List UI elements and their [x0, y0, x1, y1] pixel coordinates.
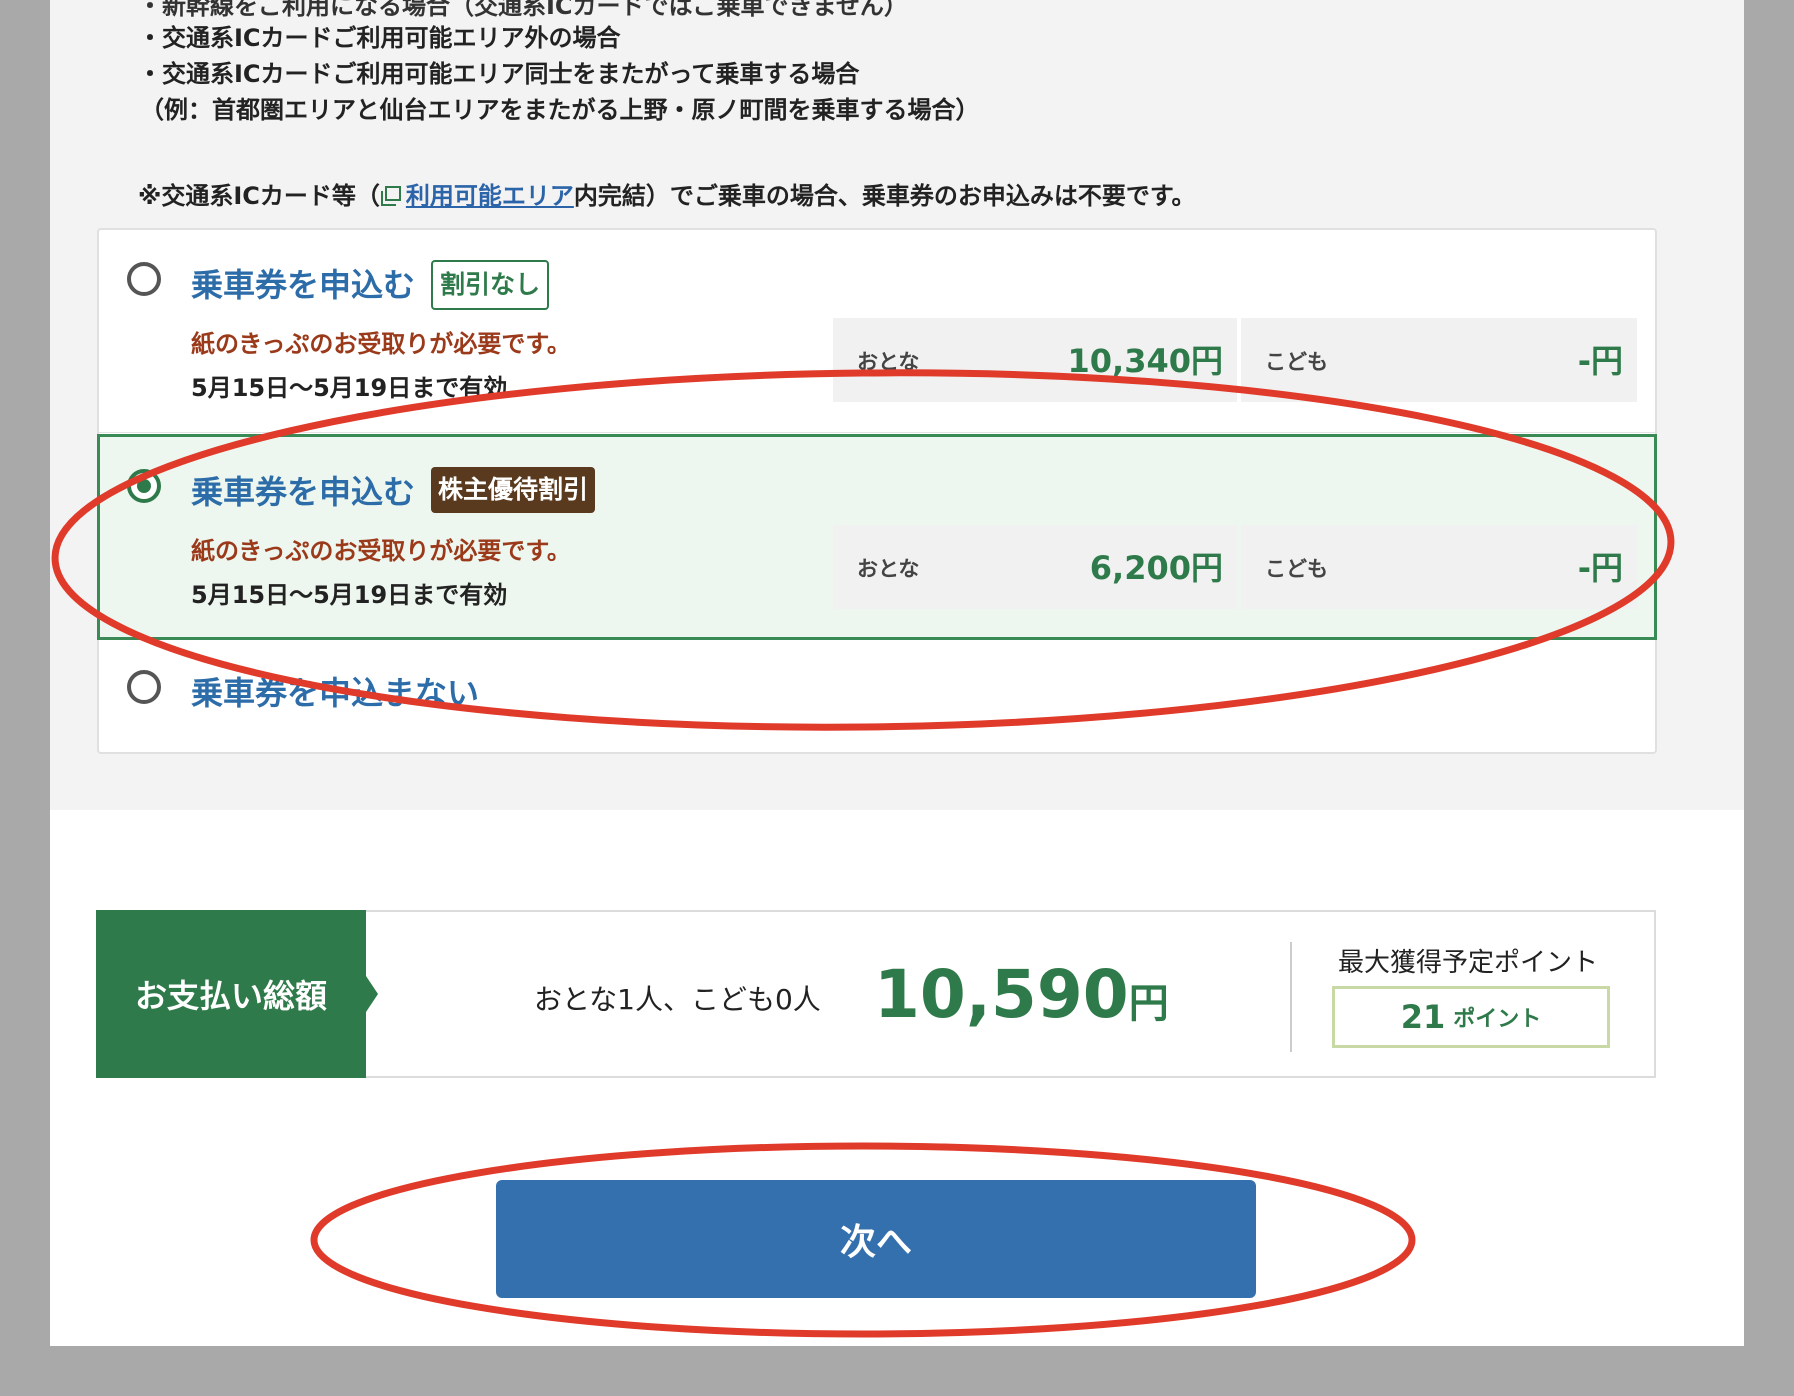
points-box: 21 ポイント — [1332, 986, 1610, 1048]
notice-example: （例：首都圏エリアと仙台エリアをまたがる上野・原ノ町間を乗車する場合） — [140, 96, 980, 124]
points-unit: ポイント — [1453, 1007, 1542, 1032]
payment-total-value: 10,590 — [874, 956, 1129, 1033]
payment-total: 10,590円 — [874, 956, 1169, 1033]
child-price: -円 — [1577, 342, 1623, 380]
paper-ticket-notice: 紙のきっぷのお受取りが必要です。 — [191, 537, 571, 565]
adult-price-box: おとな 10,340円 — [833, 318, 1237, 402]
validity-period: 5月15日〜5月19日まで有効 — [191, 374, 508, 402]
adult-price: 6,200円 — [1089, 549, 1223, 587]
radio-button[interactable] — [127, 670, 161, 704]
child-label: こども — [1265, 557, 1328, 581]
ic-note-prefix: ※交通系ICカード等（ — [138, 182, 380, 210]
ticket-option-none[interactable]: 乗車券を申込まない — [99, 638, 1655, 750]
adult-label: おとな — [857, 350, 920, 374]
option-title: 乗車券を申込まない — [191, 674, 480, 712]
payment-total-label: お支払い総額 — [96, 910, 378, 1078]
child-price: -円 — [1577, 549, 1623, 587]
option-title: 乗車券を申込む — [191, 266, 416, 304]
adult-price-box: おとな 6,200円 — [833, 525, 1237, 609]
radio-button-selected[interactable] — [127, 469, 161, 503]
divider — [1290, 942, 1292, 1052]
yen-unit: 円 — [1128, 981, 1169, 1027]
child-price-box: こども -円 — [1241, 525, 1637, 609]
validity-period: 5月15日〜5月19日まで有効 — [191, 581, 508, 609]
paper-ticket-notice: 紙のきっぷのお受取りが必要です。 — [191, 330, 571, 358]
points-value: 21 — [1400, 998, 1446, 1036]
adult-price: 10,340円 — [1067, 342, 1224, 380]
next-button[interactable]: 次へ — [496, 1180, 1256, 1298]
payment-summary: お支払い総額 おとな1人、こども0人 10,590円 最大獲得予定ポイント 21… — [96, 910, 1656, 1078]
external-link-icon — [380, 186, 401, 206]
ticket-option-list: 乗車券を申込む 割引なし 紙のきっぷのお受取りが必要です。 5月15日〜5月19… — [97, 228, 1657, 754]
child-label: こども — [1265, 350, 1328, 374]
child-price-box: こども -円 — [1241, 318, 1637, 402]
ticket-option-no-discount[interactable]: 乗車券を申込む 割引なし 紙のきっぷのお受取りが必要です。 5月15日〜5月19… — [99, 230, 1655, 433]
discount-tag: 割引なし — [431, 260, 550, 310]
points-label: 最大獲得予定ポイント — [1338, 948, 1599, 978]
discount-tag: 株主優待割引 — [431, 467, 596, 513]
passenger-count: おとな1人、こども0人 — [534, 983, 821, 1016]
adult-label: おとな — [857, 557, 920, 581]
ic-card-note: ※交通系ICカード等（ 利用可能エリア内完結）でご乗車の場合、乗車券のお申込みは不… — [138, 176, 1195, 211]
notice-line: ・交通系ICカードご利用可能エリア外の場合 — [138, 24, 621, 52]
notice-line: ・交通系ICカードご利用可能エリア同士をまたがって乗車する場合 — [138, 60, 860, 88]
available-area-link[interactable]: 利用可能エリア — [406, 182, 574, 210]
ic-note-suffix: 内完結）でご乗車の場合、乗車券のお申込みは不要です。 — [573, 182, 1196, 210]
option-title: 乗車券を申込む — [191, 473, 416, 511]
radio-button[interactable] — [127, 262, 161, 296]
ticket-option-shareholder-discount[interactable]: 乗車券を申込む 株主優待割引 紙のきっぷのお受取りが必要です。 5月15日〜5月… — [97, 434, 1657, 640]
